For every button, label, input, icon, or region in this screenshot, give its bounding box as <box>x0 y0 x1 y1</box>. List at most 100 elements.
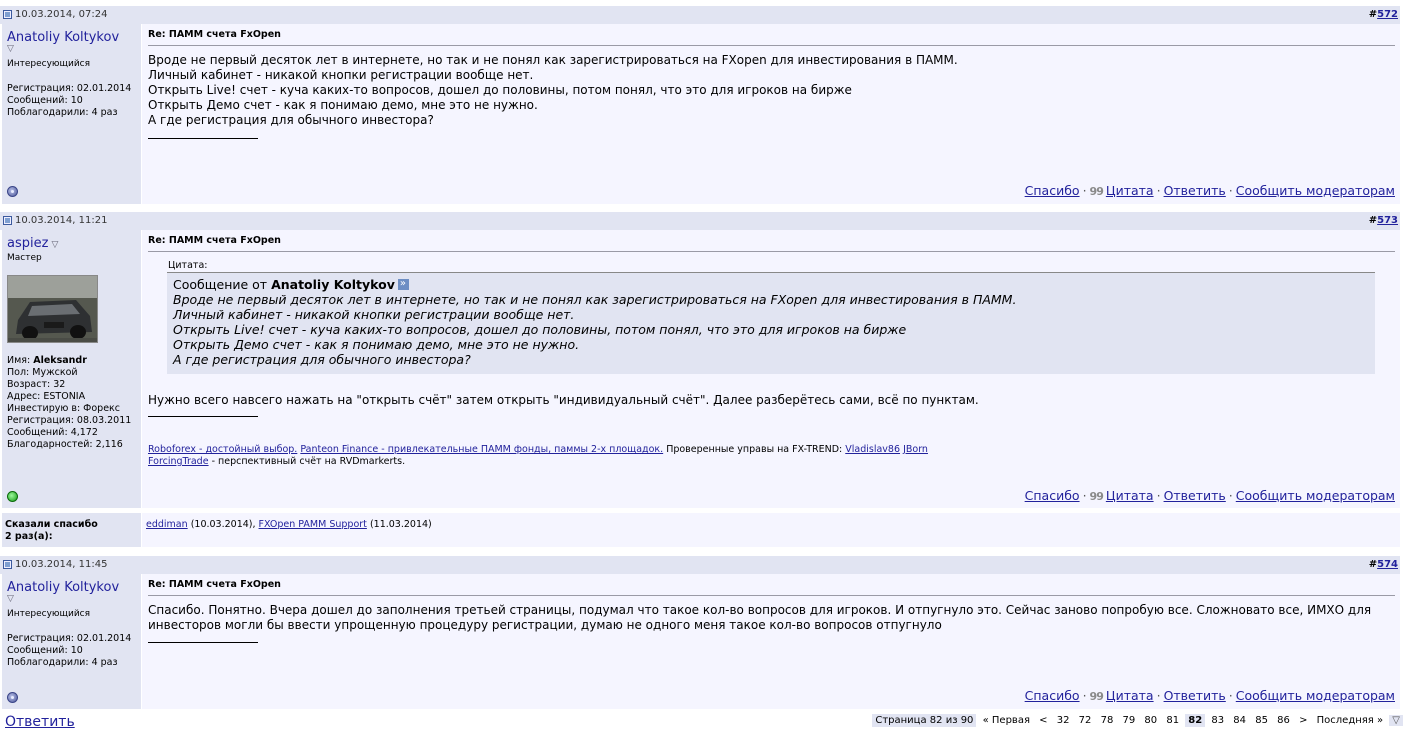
post-body: Re: ПАММ счета FxOpen Вроде не первый де… <box>142 24 1400 204</box>
next-page-link[interactable]: > <box>1299 715 1307 726</box>
page-link[interactable]: 83 <box>1211 715 1224 726</box>
separator: · <box>1156 183 1161 198</box>
thanks-date: (10.03.2014), <box>190 519 256 530</box>
post-body: Re: ПАММ счета FxOpen Цитата: Сообщение … <box>142 230 1400 508</box>
post-actions: Спасибо · 99 Цитата · Ответить · Сообщить модер… <box>1025 688 1395 703</box>
quote-button[interactable]: Цитата <box>1106 488 1154 503</box>
offline-status-icon <box>7 692 18 703</box>
current-page: 82 <box>1185 714 1206 727</box>
thanks-user-fxopen[interactable]: FXOpen PAMM Support <box>259 519 367 530</box>
separator: · <box>1228 183 1233 198</box>
thanks-button[interactable]: Спасибо <box>1025 688 1080 703</box>
page-link[interactable]: 32 <box>1057 715 1070 726</box>
user-info-address: Адрес: ESTONIA <box>7 391 86 402</box>
thanks-button[interactable]: Спасибо <box>1025 183 1080 198</box>
post-line: А где регистрация для обычного инвестора… <box>148 113 434 127</box>
quote-line: Личный кабинет - никакой кнопки регистра… <box>173 307 575 322</box>
sig-link-roboforex[interactable]: Roboforex - достойный выбор. <box>148 444 297 455</box>
sig-text: Проверенные управы на FX-TREND: <box>666 444 843 455</box>
post-line: Личный кабинет - никакой кнопки регистра… <box>148 68 534 82</box>
thanks-label: Сказали спасибо 2 раз(а): <box>2 513 141 547</box>
thanks-box: Сказали спасибо 2 раз(а): eddiman (10.03… <box>0 513 1400 547</box>
sig-link-forcingtrade[interactable]: ForcingTrade <box>148 456 209 467</box>
page-link[interactable]: 72 <box>1079 715 1092 726</box>
user-dropdown-icon[interactable]: ▽ <box>7 44 14 54</box>
page-link[interactable]: 81 <box>1166 715 1179 726</box>
user-info-registration: Регистрация: 08.03.2011 <box>7 415 132 426</box>
separator: · <box>1082 183 1087 198</box>
user-info-posts: Сообщений: 10 <box>7 95 83 106</box>
post-icon <box>3 560 12 569</box>
thanks-label-count: 2 раз(а): <box>5 531 53 542</box>
user-info-gender: Пол: Мужской <box>7 367 78 378</box>
post-text: Вроде не первый десяток лет в интернете,… <box>148 53 1395 128</box>
view-post-icon[interactable] <box>397 276 409 291</box>
page-link[interactable]: 86 <box>1277 715 1290 726</box>
quote-from-prefix: Сообщение от <box>173 277 268 292</box>
prev-page-link[interactable]: < <box>1039 715 1047 726</box>
username[interactable]: Anatoliy Koltykov <box>7 580 119 595</box>
username[interactable]: Anatoliy Koltykov <box>7 30 119 45</box>
user-info-name-label: Имя: <box>7 355 31 366</box>
post-number-link[interactable]: 574 <box>1377 559 1398 570</box>
post-date: 10.03.2014, 11:21 <box>15 215 108 226</box>
last-page-link[interactable]: Последняя » <box>1317 715 1383 726</box>
separator: · <box>1082 688 1087 703</box>
quote-icon: 99 <box>1089 185 1104 198</box>
page-link[interactable]: 78 <box>1101 715 1114 726</box>
username[interactable]: aspiez ▽ <box>7 236 58 251</box>
post-body: Re: ПАММ счета FxOpen Спасибо. Понятно. … <box>142 574 1400 709</box>
online-status-icon <box>7 491 18 502</box>
quote-button[interactable]: Цитата <box>1106 688 1154 703</box>
sig-link-jborn[interactable]: JBorn <box>903 444 928 455</box>
post-number-link[interactable]: 573 <box>1377 215 1398 226</box>
separator: · <box>1156 688 1161 703</box>
username-text[interactable]: Anatoliy Koltykov <box>7 30 119 45</box>
user-dropdown-icon[interactable]: ▽ <box>7 594 14 604</box>
first-page-link[interactable]: « Первая <box>983 715 1030 726</box>
post-header: 10.03.2014, 11:45 #574 <box>0 556 1400 574</box>
separator: · <box>1228 688 1233 703</box>
post-number: #573 <box>1368 215 1398 226</box>
thanks-date: (11.03.2014) <box>369 519 432 530</box>
thanks-label-line: Сказали спасибо <box>5 519 98 530</box>
report-button[interactable]: Сообщить модераторам <box>1236 688 1395 703</box>
separator: · <box>1228 488 1233 503</box>
user-info: Регистрация: 02.01.2014 Сообщений: 10 По… <box>7 633 131 669</box>
user-rank: Интересующийся <box>7 609 91 619</box>
user-info-posts: Сообщений: 4,172 <box>7 427 98 438</box>
sig-link-panteon[interactable]: Panteon Finance - привлекательные ПАММ ф… <box>300 444 663 455</box>
sig-text: - перспективный счёт на RVDmarkerts. <box>211 456 406 467</box>
user-info-registration: Регистрация: 02.01.2014 <box>7 83 132 94</box>
page-link[interactable]: 79 <box>1123 715 1136 726</box>
thanks-user-eddiman[interactable]: eddiman <box>146 519 188 530</box>
username-text[interactable]: aspiez <box>7 236 48 251</box>
username-text[interactable]: Anatoliy Koltykov <box>7 580 119 595</box>
page-link[interactable]: 80 <box>1144 715 1157 726</box>
reply-to-thread-button[interactable]: Ответить <box>5 714 75 730</box>
page-link[interactable]: 85 <box>1255 715 1268 726</box>
signature-divider <box>148 416 258 417</box>
avatar-car-image <box>8 276 97 342</box>
quote-icon: 99 <box>1089 490 1104 503</box>
quote-line: Вроде не первый десяток лет в интернете,… <box>173 292 1017 307</box>
user-info: Регистрация: 02.01.2014 Сообщений: 10 По… <box>7 83 131 119</box>
page-link[interactable]: 84 <box>1233 715 1246 726</box>
post-title: Re: ПАММ счета FxOpen <box>148 235 281 246</box>
reply-button[interactable]: Ответить <box>1164 183 1226 198</box>
report-button[interactable]: Сообщить модераторам <box>1236 488 1395 503</box>
reply-button[interactable]: Ответить <box>1164 488 1226 503</box>
report-button[interactable]: Сообщить модераторам <box>1236 183 1395 198</box>
reply-button[interactable]: Ответить <box>1164 688 1226 703</box>
quote-button[interactable]: Цитата <box>1106 183 1154 198</box>
post-date: 10.03.2014, 07:24 <box>15 9 108 20</box>
user-sidebar: Anatoliy Koltykov ▽ Интересующийся Регис… <box>2 574 141 709</box>
page-jump-dropdown-icon[interactable]: ▽ <box>1389 715 1403 726</box>
user-rank: Мастер <box>7 253 42 263</box>
post-number-link[interactable]: 572 <box>1377 9 1398 20</box>
user-dropdown-icon[interactable]: ▽ <box>51 240 58 250</box>
sig-link-vladislav86[interactable]: Vladislav86 <box>845 444 900 455</box>
thanks-button[interactable]: Спасибо <box>1025 488 1080 503</box>
post-line: инвесторов могли бы ввести упрощенную пр… <box>148 618 942 632</box>
post-line: Спасибо. Понятно. Вчера дошел до заполне… <box>148 603 1372 617</box>
